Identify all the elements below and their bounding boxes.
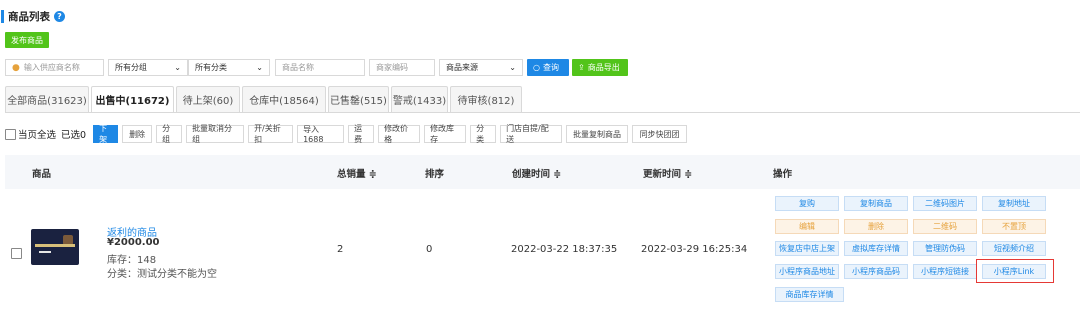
total-sales-value: 2 — [337, 244, 344, 255]
header-product: 商品 — [32, 169, 52, 180]
op-qr-code-button[interactable]: 二维码 — [913, 219, 977, 234]
header-operations: 操作 — [773, 169, 793, 180]
op-miniprogram-address-button[interactable]: 小程序商品地址 — [775, 264, 839, 279]
status-tabs: 全部商品(31623) 出售中(11672) 待上架(60) 仓库中(18564… — [5, 86, 524, 113]
tab-pending[interactable]: 待上架(60) — [176, 86, 240, 113]
batch-copy-button[interactable]: 批量复制商品 — [566, 125, 629, 143]
search-icon: ○ — [533, 63, 540, 72]
op-copy-address-button[interactable]: 复制地址 — [982, 196, 1046, 211]
export-products-button[interactable]: ⇪ 商品导出 — [572, 59, 628, 76]
help-icon[interactable]: ? — [54, 10, 65, 22]
publish-product-button[interactable]: 发布商品 — [5, 32, 49, 48]
table-header: 商品 总销量 ≑ 排序 创建时间 ≑ 更新时间 ≑ 操作 — [5, 155, 1080, 189]
header-updated[interactable]: 更新时间 ≑ — [643, 166, 692, 180]
updated-time: 2022-03-29 16:25:34 — [641, 244, 748, 255]
merchant-code-input[interactable]: 商家编码 — [369, 59, 435, 76]
toggle-discount-button[interactable]: 开/关折扣 — [248, 124, 294, 144]
select-all-checkbox[interactable] — [5, 128, 16, 140]
header-total-sales[interactable]: 总销量 ≑ — [337, 166, 377, 180]
product-stock: 库存：148 — [107, 255, 157, 266]
import-1688-button[interactable]: 导入1688 — [297, 125, 345, 144]
op-miniprogram-shortlink-button[interactable]: 小程序短链接 — [913, 264, 977, 279]
product-name-input[interactable]: 商品名称 — [275, 59, 365, 76]
supplier-search-input[interactable]: ● 输入供应商名称 — [5, 59, 104, 76]
header-sort: 排序 — [425, 169, 445, 180]
edit-stock-button[interactable]: 修改库存 — [424, 124, 467, 144]
tab-all[interactable]: 全部商品(31623) — [5, 86, 89, 113]
product-category: 分类：测试分类不能为空 — [107, 269, 217, 280]
tab-sold-out[interactable]: 已售罄(515) — [328, 86, 389, 113]
group-button[interactable]: 分组 — [156, 124, 183, 144]
header-created[interactable]: 创建时间 ≑ — [512, 166, 561, 180]
op-copy-product-button[interactable]: 复制商品 — [844, 196, 908, 211]
pickup-delivery-button[interactable]: 门店自提/配送 — [500, 124, 563, 144]
sort-value: 0 — [426, 244, 433, 255]
bulk-action-bar: 当页全选 已选0 下架 删除 分组 批量取消分组 开/关折扣 导入1688 运费… — [5, 124, 691, 144]
category-button[interactable]: 分类 — [470, 124, 497, 144]
op-virtual-stock-detail-button[interactable]: 虚拟库存详情 — [844, 241, 908, 256]
category-select[interactable]: 所有分类 ⌄ — [188, 59, 270, 76]
edit-price-button[interactable]: 修改价格 — [378, 124, 421, 144]
highlight-box — [976, 259, 1054, 283]
tabs-divider — [5, 112, 1080, 113]
chevron-down-icon: ⌄ — [174, 63, 181, 72]
selected-count: 已选0 — [61, 130, 87, 141]
query-button[interactable]: ○ 查询 — [527, 59, 569, 76]
op-edit-button[interactable]: 编辑 — [775, 219, 839, 234]
page-header: 商品列表 ? — [0, 8, 65, 24]
table-row: 返利的商品 ¥2000.00 库存：148 分类：测试分类不能为空 2 0 20… — [5, 189, 1080, 313]
batch-ungroup-button[interactable]: 批量取消分组 — [186, 124, 245, 144]
op-restore-shop-listing-button[interactable]: 恢复店中店上架 — [775, 241, 839, 256]
sync-group-buy-button[interactable]: 同步快团团 — [632, 125, 688, 143]
op-stock-detail-button[interactable]: 商品库存详情 — [775, 287, 844, 302]
page-title: 商品列表 — [8, 10, 50, 23]
tab-warehouse[interactable]: 仓库中(18564) — [242, 86, 326, 113]
search-icon: ● — [12, 62, 20, 73]
product-price: ¥2000.00 — [107, 237, 160, 248]
op-qr-image-button[interactable]: 二维码图片 — [913, 196, 977, 211]
op-miniprogram-code-button[interactable]: 小程序商品码 — [844, 264, 908, 279]
source-select[interactable]: 商品来源 ⌄ — [439, 59, 523, 76]
op-unpin-button[interactable]: 不置顶 — [982, 219, 1046, 234]
delist-button[interactable]: 下架 — [93, 124, 119, 144]
tab-alert[interactable]: 警戒(1433) — [391, 86, 448, 113]
delete-button[interactable]: 删除 — [122, 125, 153, 143]
group-select[interactable]: 所有分组 ⌄ — [108, 59, 188, 76]
select-all-label: 当页全选 — [18, 130, 57, 141]
chevron-down-icon: ⌄ — [256, 63, 263, 72]
tab-on-sale[interactable]: 出售中(11672) — [91, 86, 174, 113]
export-icon: ⇪ — [578, 63, 585, 72]
shipping-button[interactable]: 运费 — [348, 124, 375, 144]
op-short-video-button[interactable]: 短视频介绍 — [982, 241, 1046, 256]
row-checkbox[interactable] — [11, 248, 22, 259]
created-time: 2022-03-22 18:37:35 — [511, 244, 618, 255]
op-delete-button[interactable]: 删除 — [844, 219, 908, 234]
title-accent-bar — [1, 9, 4, 23]
op-repurchase-button[interactable]: 复购 — [775, 196, 839, 211]
op-anti-counterfeit-button[interactable]: 管理防伪码 — [913, 241, 977, 256]
tab-review[interactable]: 待审核(812) — [450, 86, 522, 113]
chevron-down-icon: ⌄ — [509, 63, 516, 72]
product-thumbnail[interactable] — [31, 229, 79, 265]
